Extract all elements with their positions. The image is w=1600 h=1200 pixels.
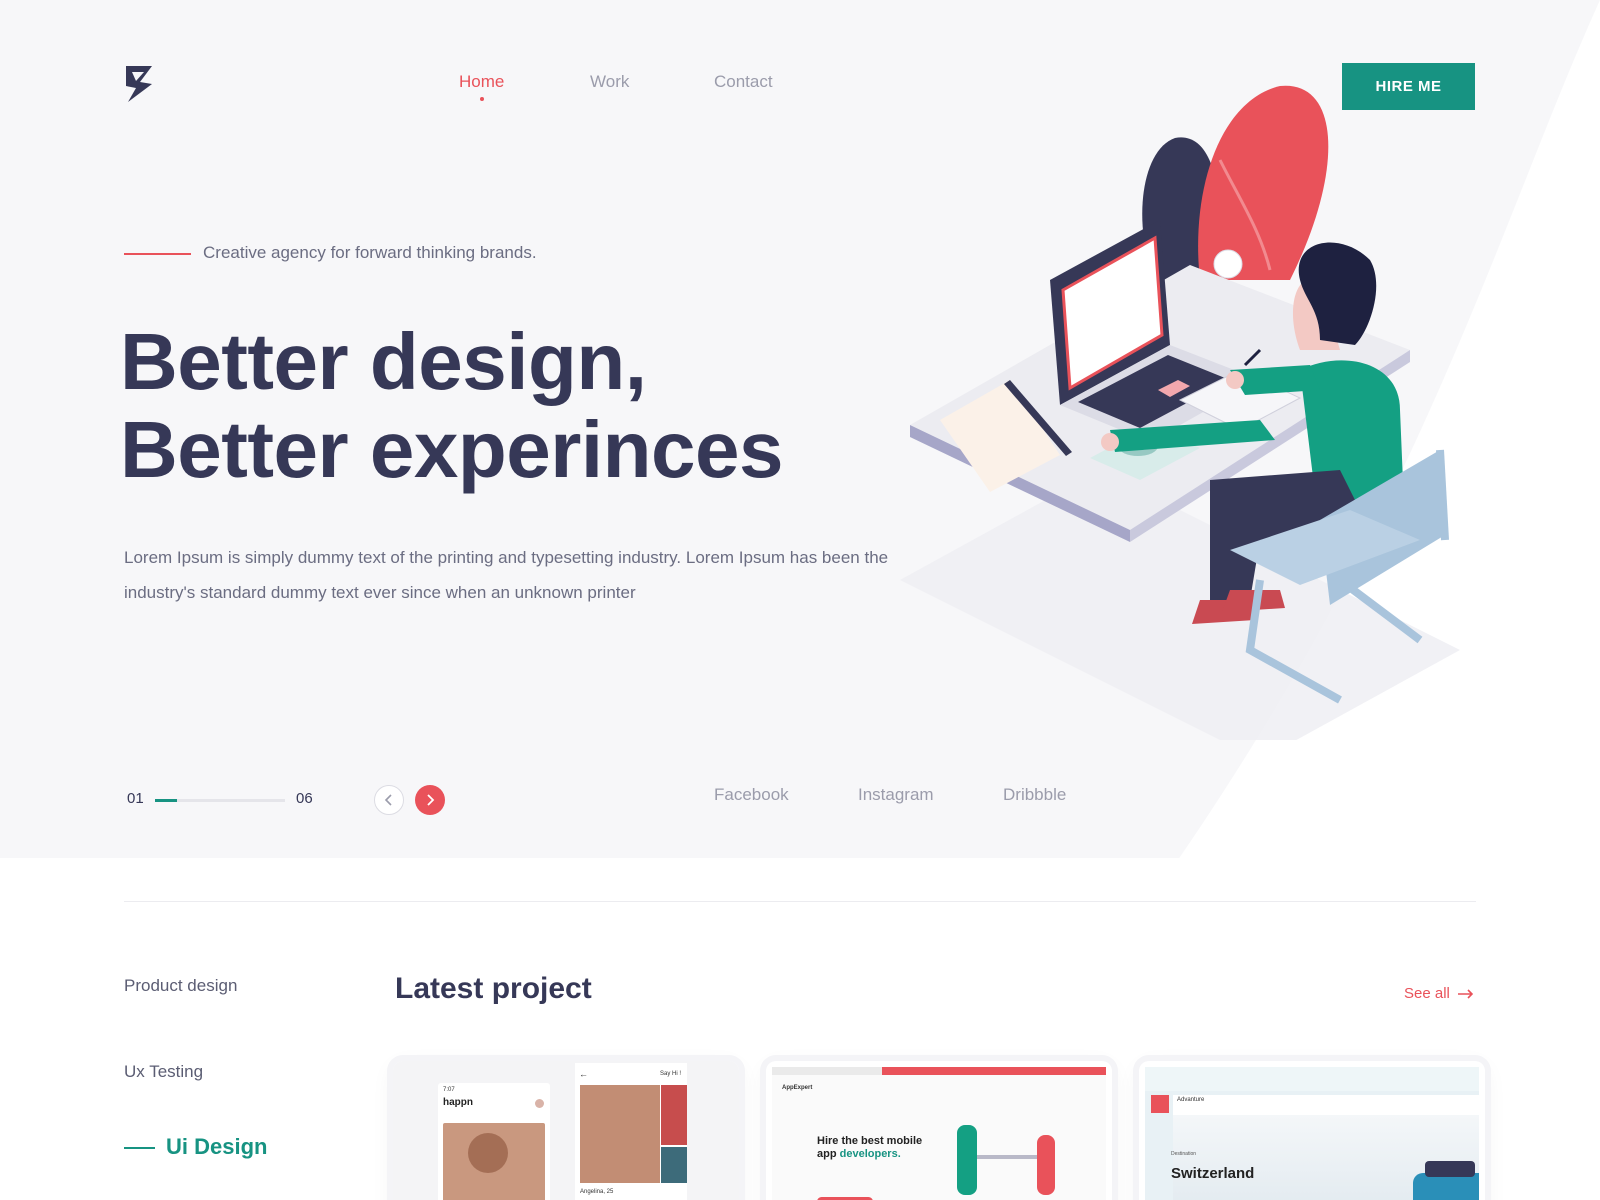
active-category-line: [124, 1147, 155, 1149]
brand-logo-text: AppExpert: [782, 1085, 813, 1091]
latest-project-title: Latest project: [395, 972, 592, 1005]
see-all-label: See all: [1404, 985, 1450, 1002]
nav-home[interactable]: Home: [459, 72, 505, 101]
profile-photo-thumb: [661, 1085, 687, 1145]
nav-contact-label: Contact: [714, 72, 773, 91]
table-shape: [977, 1155, 1037, 1159]
slide-current: 01: [127, 790, 144, 807]
brand-logo-text: Advanture: [1177, 1097, 1205, 1103]
phone-screen-left: 7:07 happn: [438, 1083, 550, 1200]
chevron-right-icon: [427, 794, 435, 806]
back-arrow-icon: ←: [579, 1069, 588, 1079]
project-card-appexpert[interactable]: AppExpert Hire the best mobile app devel…: [766, 1061, 1112, 1200]
avatar: [535, 1099, 544, 1108]
tagline: Creative agency for forward thinking bra…: [203, 243, 537, 262]
slide-progress-fill: [155, 799, 178, 802]
slide-progress-track: [155, 799, 285, 802]
profile-photo: [443, 1123, 545, 1200]
project-card-happn[interactable]: 7:07 happn ← Say Hi ! Angelina, 25: [393, 1061, 739, 1200]
card-heading-line-2: app developers.: [817, 1148, 901, 1160]
nav-work-label: Work: [590, 72, 630, 91]
person-name: Angelina, 25: [580, 1189, 614, 1195]
person-figure: [957, 1125, 977, 1195]
category-ux-testing[interactable]: Ux Testing: [124, 1062, 203, 1082]
headline-line-1: Better design,: [120, 317, 647, 406]
happn-logo-text: happn: [443, 1097, 473, 1108]
nav-home-label: Home: [459, 72, 505, 91]
card-preview-bg: AppExpert Hire the best mobile app devel…: [772, 1067, 1106, 1200]
next-slide-button[interactable]: [415, 785, 445, 815]
hero-headline: Better design, Better experinces: [120, 318, 783, 494]
tagline-accent-line: [124, 253, 191, 255]
social-dribbble[interactable]: Dribbble: [1003, 785, 1066, 805]
card-content-panel: Advanture Destination Switzerland: [1171, 1095, 1479, 1200]
nav-contact[interactable]: Contact: [714, 72, 773, 92]
project-card-advanture[interactable]: Advanture Destination Switzerland: [1139, 1061, 1485, 1200]
destination-label: Destination: [1171, 1151, 1197, 1157]
prev-slide-button[interactable]: [374, 785, 404, 815]
phone-time: 7:07: [443, 1087, 455, 1093]
say-hi-label: Say Hi !: [659, 1071, 681, 1077]
profile-photo-large: [580, 1085, 660, 1183]
chevron-left-icon: [384, 794, 392, 806]
brand-badge: [1151, 1095, 1169, 1113]
section-divider: [124, 901, 1476, 902]
destination-name: Switzerland: [1171, 1165, 1255, 1182]
category-ui-design[interactable]: Ui Design: [166, 1134, 267, 1160]
social-facebook[interactable]: Facebook: [714, 785, 789, 805]
nav-work[interactable]: Work: [590, 72, 629, 92]
desk-illustration: [900, 85, 1460, 740]
slide-total: 06: [296, 790, 313, 807]
card-heading-line-1: Hire the best mobile: [817, 1135, 923, 1147]
phone-screen-right: ← Say Hi ! Angelina, 25: [575, 1063, 687, 1200]
arrow-right-icon: [1457, 988, 1474, 999]
social-instagram[interactable]: Instagram: [858, 785, 934, 805]
profile-photo-thumb: [661, 1147, 687, 1183]
person-figure: [1037, 1135, 1055, 1195]
category-product-design[interactable]: Product design: [124, 976, 237, 996]
car-image: [1413, 1173, 1479, 1200]
see-all-link[interactable]: See all: [1404, 985, 1474, 1002]
headline-line-2: Better experinces: [120, 405, 783, 494]
active-indicator-dot: [479, 97, 484, 101]
card-preview-bg: Advanture Destination Switzerland: [1145, 1067, 1479, 1200]
hero-description: Lorem Ipsum is simply dummy text of the …: [124, 548, 889, 602]
